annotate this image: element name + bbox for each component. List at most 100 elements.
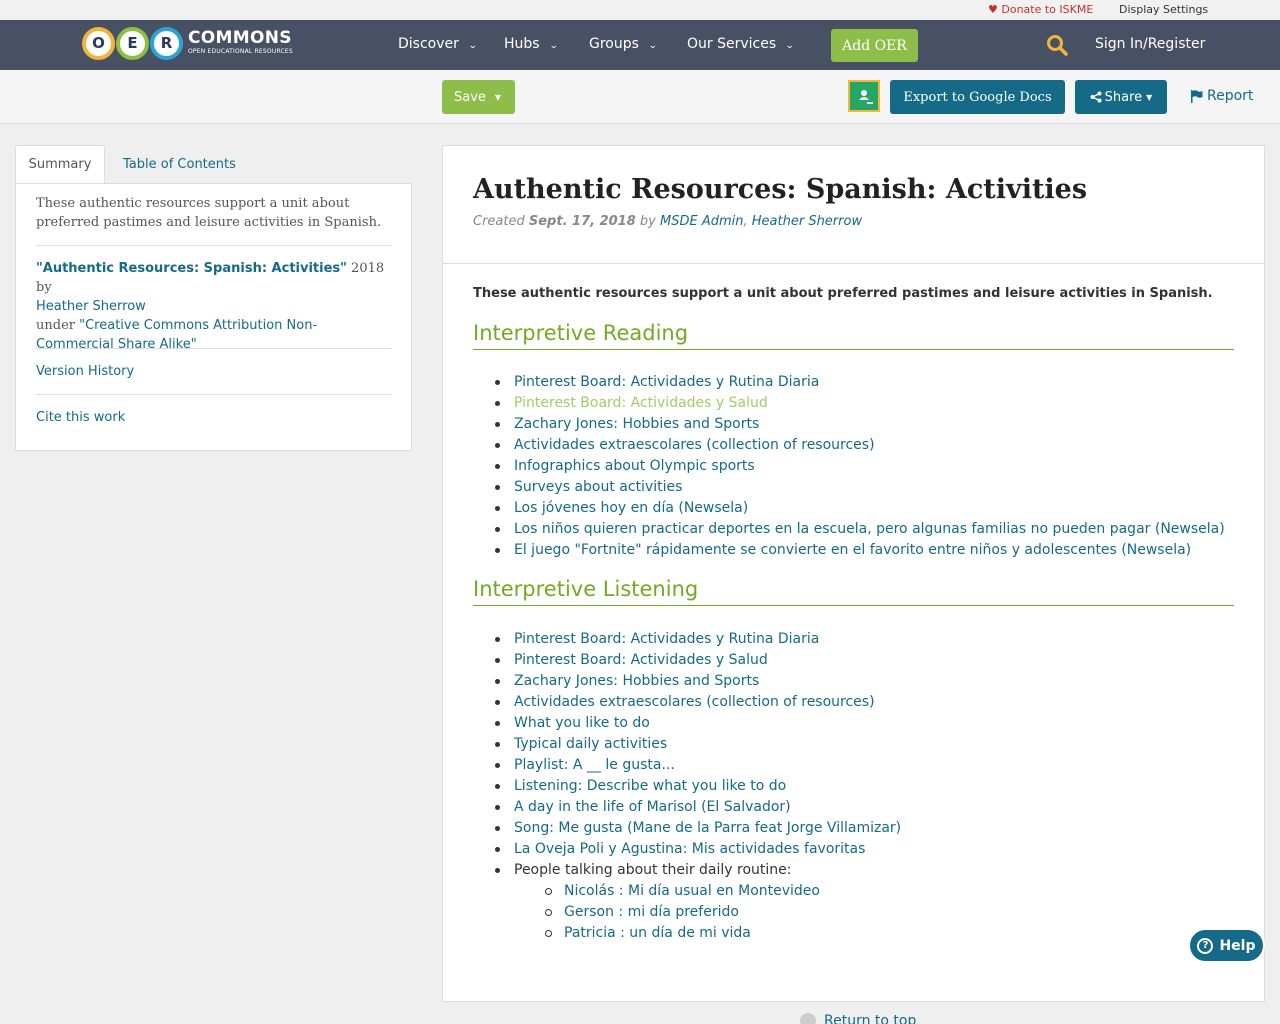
oer-commons-logo[interactable]: O E R COMMONS OPEN EDUCATIONAL RESOURCES xyxy=(82,25,293,61)
nav-hubs-label: Hubs xyxy=(504,36,540,52)
nav-our-services-label: Our Services xyxy=(687,36,777,52)
tab-table-of-contents[interactable]: Table of Contents xyxy=(123,145,236,184)
add-oer-button[interactable]: Add OER xyxy=(831,29,918,62)
author-link-heather-sherrow[interactable]: Heather Sherrow xyxy=(752,214,862,229)
nav-groups[interactable]: Groups ⌄ xyxy=(589,36,658,52)
donate-label: Donate to ISKME xyxy=(1001,3,1094,16)
resource-sublink[interactable]: Gerson : mi día preferido xyxy=(473,902,901,923)
logo-wordmark: COMMONS OPEN EDUCATIONAL RESOURCES xyxy=(188,30,293,56)
resource-link[interactable]: Infographics about Olympic sports xyxy=(473,456,1225,477)
caret-down-icon: ▼ xyxy=(1146,92,1153,102)
search-icon[interactable] xyxy=(1046,34,1068,56)
resource-toolbar: Save ▼ Export to Google Docs Share ▼ Repo… xyxy=(0,70,1280,124)
logo-letter-e: E xyxy=(116,26,149,60)
resource-link[interactable]: Zachary Jones: Hobbies and Sports xyxy=(473,414,1225,435)
save-label: Save xyxy=(454,89,486,105)
resource-sublink[interactable]: Patricia : un día de mi vida xyxy=(473,923,901,944)
heart-icon: ♥ xyxy=(988,3,998,16)
chevron-down-icon: ⌄ xyxy=(785,41,795,51)
resource-link[interactable]: Los niños quieren practicar deportes en … xyxy=(473,519,1225,540)
created-date: Sept. 17, 2018 xyxy=(528,214,636,229)
help-label: Help xyxy=(1219,937,1256,954)
divider xyxy=(36,348,391,349)
listening-resource-list: Pinterest Board: Actividades y Rutina Di… xyxy=(473,629,901,944)
donate-link[interactable]: ♥ Donate to ISKME xyxy=(988,3,1093,16)
resource-link[interactable]: Zachary Jones: Hobbies and Sports xyxy=(473,671,901,692)
attribution-author-link[interactable]: Heather Sherrow xyxy=(36,299,146,314)
nav-discover-label: Discover xyxy=(398,36,459,52)
resource-link[interactable]: La Oveja Poli y Agustina: Mis actividade… xyxy=(473,839,901,860)
export-to-google-docs-button[interactable]: Export to Google Docs xyxy=(890,80,1065,114)
logo-letter-o: O xyxy=(82,26,115,60)
logo-title: COMMONS xyxy=(188,28,292,48)
resource-link[interactable]: Pinterest Board: Actividades y Salud xyxy=(473,393,1225,414)
save-button[interactable]: Save ▼ xyxy=(442,80,515,114)
return-to-top-link[interactable]: Return to top xyxy=(800,1013,916,1024)
version-history-link[interactable]: Version History xyxy=(36,362,391,381)
report-label: Report xyxy=(1207,88,1254,104)
author-link-msde-admin[interactable]: MSDE Admin xyxy=(660,214,743,229)
logo-letter-r: R xyxy=(150,26,183,60)
nav-discover[interactable]: Discover ⌄ xyxy=(398,36,478,52)
report-link[interactable]: Report xyxy=(1190,88,1253,104)
created-label: Created xyxy=(473,214,525,229)
sidebar-tabs: Summary Table of Contents xyxy=(15,145,412,184)
sign-in-register-link[interactable]: Sign In/Register xyxy=(1095,36,1205,52)
chevron-down-icon: ⌄ xyxy=(548,41,559,51)
resource-sublink[interactable]: Nicolás : Mi día usual en Montevideo xyxy=(473,881,901,902)
page-title: Authentic Resources: Spanish: Activities xyxy=(473,174,1088,205)
chevron-down-icon: ⌄ xyxy=(467,41,478,51)
share-button[interactable]: Share ▼ xyxy=(1075,80,1167,114)
resource-link[interactable]: Pinterest Board: Actividades y Rutina Di… xyxy=(473,629,901,650)
attribution-title-link[interactable]: "Authentic Resources: Spanish: Activitie… xyxy=(36,261,347,276)
main-nav: O E R COMMONS OPEN EDUCATIONAL RESOURCES… xyxy=(0,20,1280,70)
resource-link[interactable]: A day in the life of Marisol (El Salvado… xyxy=(473,797,901,818)
return-to-top-label: Return to top xyxy=(824,1013,917,1024)
chevron-down-icon: ⌄ xyxy=(647,41,658,51)
flag-icon xyxy=(1191,89,1203,103)
logo-subtitle: OPEN EDUCATIONAL RESOURCES xyxy=(188,48,293,55)
created-meta: Created Sept. 17, 2018 by MSDE Admin, He… xyxy=(473,214,863,229)
resource-link[interactable]: Los jóvenes hoy en día (Newsela) xyxy=(473,498,1225,519)
share-label: Share xyxy=(1104,89,1143,105)
created-by: by xyxy=(639,214,656,229)
resource-summary: These authentic resources support a unit… xyxy=(473,286,1213,301)
resource-link[interactable]: Song: Me gusta (Mane de la Parra feat Jo… xyxy=(473,818,901,839)
reading-resource-list: Pinterest Board: Actividades y Rutina Di… xyxy=(473,372,1225,561)
resource-link[interactable]: Actividades extraescolares (collection o… xyxy=(473,692,901,713)
utility-bar: ♥ Donate to ISKME Display Settings xyxy=(0,0,1280,20)
resource-content: Authentic Resources: Spanish: Activities… xyxy=(442,145,1265,1002)
display-settings-link[interactable]: Display Settings xyxy=(1119,3,1208,16)
sidebar-description: These authentic resources support a unit… xyxy=(36,196,382,230)
resource-link[interactable]: Actividades extraescolares (collection o… xyxy=(473,435,1225,456)
cite-this-work-link[interactable]: Cite this work xyxy=(36,408,391,427)
divider xyxy=(36,245,391,246)
nav-groups-label: Groups xyxy=(589,36,639,52)
resource-link[interactable]: Playlist: A __ le gusta... xyxy=(473,755,901,776)
section-heading-interpretive-listening: Interpretive Listening xyxy=(473,578,1234,606)
resource-link[interactable]: El juego "Fortnite" rápidamente se convi… xyxy=(473,540,1225,561)
resource-header: Authentic Resources: Spanish: Activities… xyxy=(443,146,1264,264)
resource-link[interactable]: What you like to do xyxy=(473,713,901,734)
resource-link[interactable]: Pinterest Board: Actividades y Rutina Di… xyxy=(473,372,1225,393)
nav-our-services[interactable]: Our Services ⌄ xyxy=(687,36,795,52)
resource-link[interactable]: Typical daily activities xyxy=(473,734,901,755)
arrow-up-icon xyxy=(800,1013,816,1024)
resource-link[interactable]: Pinterest Board: Actividades y Salud xyxy=(473,650,901,671)
google-classroom-icon[interactable] xyxy=(848,80,880,112)
tab-summary[interactable]: Summary xyxy=(15,145,105,184)
caret-down-icon: ▼ xyxy=(494,92,502,102)
summary-panel: These authentic resources support a unit… xyxy=(15,183,412,451)
resource-link[interactable]: Listening: Describe what you like to do xyxy=(473,776,901,797)
list-item: People talking about their daily routine… xyxy=(473,860,901,881)
attribution-block: "Authentic Resources: Spanish: Activitie… xyxy=(36,259,391,354)
share-icon xyxy=(1090,91,1102,103)
resource-link[interactable]: Surveys about activities xyxy=(473,477,1225,498)
attribution-under: under xyxy=(36,318,80,333)
section-heading-interpretive-reading: Interpretive Reading xyxy=(473,322,1234,350)
help-button[interactable]: ? Help xyxy=(1188,928,1265,963)
nav-hubs[interactable]: Hubs ⌄ xyxy=(504,36,559,52)
divider xyxy=(36,394,391,395)
license-link[interactable]: "Creative Commons Attribution Non-Commer… xyxy=(36,318,317,352)
question-icon: ? xyxy=(1197,937,1214,954)
